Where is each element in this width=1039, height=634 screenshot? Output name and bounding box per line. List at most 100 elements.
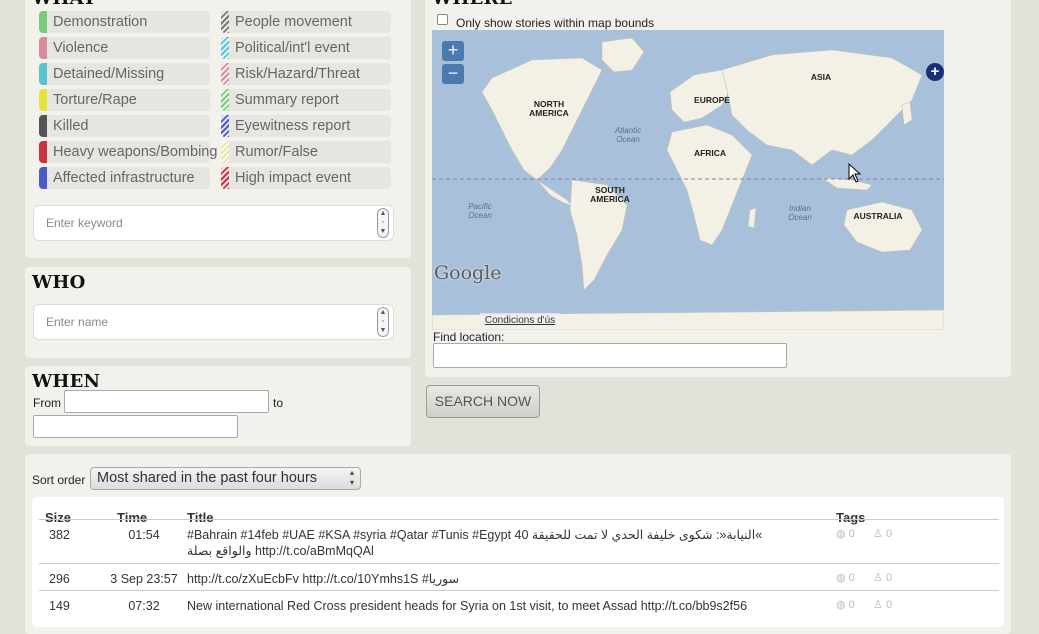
tag-label: High impact event <box>235 170 352 186</box>
map-expand-button[interactable]: + <box>926 63 944 81</box>
name-scroll-control[interactable]: ▲ ◦ ▼ <box>377 307 389 337</box>
tag-label: Affected infrastructure <box>53 170 195 186</box>
tag-person[interactable]: ♙ 0 <box>873 598 892 611</box>
sort-order-select[interactable]: Most shared in the past four hours ▴ ▾ <box>90 467 361 490</box>
filter-tag[interactable]: Violence <box>39 37 210 59</box>
table-row[interactable]: 296 3 Sep 23:57 http://t.co/zXuEcbFv http:… <box>39 563 999 590</box>
title-line: والواقع بصلة http://t.co/aBmMqQAl <box>187 544 374 558</box>
filter-tag[interactable]: Risk/Hazard/Threat <box>221 63 391 85</box>
zoom-in-button[interactable]: + <box>442 41 464 61</box>
globe-icon: ◍ <box>836 572 846 584</box>
filter-tag[interactable]: Summary report <box>221 89 391 111</box>
where-heading: WHERE <box>432 0 513 9</box>
to-label: to <box>273 396 284 410</box>
cell-size: 382 <box>49 528 70 542</box>
map-label-south-america: SOUTH AMERICA <box>590 185 630 204</box>
person-icon: ♙ <box>873 572 883 584</box>
tag-color-swatch <box>221 115 229 137</box>
tag-color-swatch <box>221 141 229 163</box>
filter-tag[interactable]: Rumor/False <box>221 141 391 163</box>
cell-time: 3 Sep 23:57 <box>110 572 178 586</box>
map-label-north-america: NORTH AMERICA <box>529 99 569 118</box>
tag-geo[interactable]: ◍ 0 <box>836 598 855 611</box>
google-logo: Google <box>434 262 502 284</box>
zoom-out-button[interactable]: − <box>442 64 464 84</box>
sort-order-label: Sort order <box>32 473 86 487</box>
tag-person[interactable]: ♙ 0 <box>873 527 892 540</box>
map-terms-link[interactable]: Condicions d'ús <box>480 313 560 329</box>
tag-label: Detained/Missing <box>53 66 165 82</box>
bounds-checkbox[interactable] <box>437 14 448 25</box>
filter-tag[interactable]: Demonstration <box>39 11 210 33</box>
table-row[interactable]: 382 01:54 #Bahrain #14feb #UAE #KSA #syria… <box>39 519 999 563</box>
title-line: New international Red Cross president he… <box>187 599 748 613</box>
person-count: 0 <box>885 528 893 540</box>
title-line: #Bahrain #14feb #UAE #KSA #syria #Qatar … <box>187 528 763 542</box>
tag-label: Torture/Rape <box>53 92 137 108</box>
search-now-button[interactable]: SEARCH NOW <box>426 385 540 418</box>
person-count: 0 <box>885 572 893 584</box>
cell-size: 149 <box>49 599 70 613</box>
tag-color-swatch <box>39 115 47 137</box>
find-location-input[interactable] <box>433 343 787 368</box>
who-heading: WHO <box>32 272 86 293</box>
tag-color-swatch <box>39 37 47 59</box>
keyword-scroll-control[interactable]: ▲ ◦ ▼ <box>377 208 389 238</box>
person-icon: ♙ <box>873 599 883 611</box>
tag-color-swatch <box>39 11 47 33</box>
tag-label: Eyewitness report <box>235 118 351 134</box>
tag-label: Risk/Hazard/Threat <box>235 66 360 82</box>
map-land <box>432 37 944 330</box>
tag-color-swatch <box>221 11 229 33</box>
tag-geo[interactable]: ◍ 0 <box>836 527 855 540</box>
cell-title[interactable]: New international Red Cross president he… <box>187 598 817 614</box>
tag-label: Summary report <box>235 92 339 108</box>
geo-count: 0 <box>848 528 855 540</box>
tag-label: Killed <box>53 118 89 134</box>
when-heading: WHEN <box>32 371 101 392</box>
geo-count: 0 <box>848 599 855 611</box>
cell-time: 07:32 <box>128 599 160 613</box>
world-map[interactable]: + − + NORTH AMERICA EUROPE ASIA AFRICA S… <box>432 30 944 330</box>
filter-tag[interactable]: Heavy weapons/Bombing <box>39 141 217 163</box>
filter-tag[interactable]: Killed <box>39 115 210 137</box>
filter-tag[interactable]: Torture/Rape <box>39 89 210 111</box>
tag-color-swatch <box>39 141 47 163</box>
filter-tag[interactable]: High impact event <box>221 167 391 189</box>
from-label: From <box>33 396 61 410</box>
select-arrows-icon: ▴ ▾ <box>349 468 354 487</box>
map-label-indian-ocean: Indian Ocean <box>788 204 812 222</box>
find-location-label: Find location: <box>433 330 505 344</box>
tag-geo[interactable]: ◍ 0 <box>836 571 855 584</box>
map-label-europe: EUROPE <box>694 95 730 105</box>
filter-tag[interactable]: Detained/Missing <box>39 63 210 85</box>
tag-color-swatch <box>221 37 229 59</box>
name-input[interactable]: Enter name ▲ ◦ ▼ <box>33 304 394 340</box>
table-row[interactable]: 149 07:32 New international Red Cross pres… <box>39 590 999 617</box>
tag-person[interactable]: ♙ 0 <box>873 571 892 584</box>
tag-label: Violence <box>53 40 109 56</box>
to-date-input[interactable] <box>33 415 238 438</box>
filter-tag[interactable]: Eyewitness report <box>221 115 391 137</box>
tag-color-swatch <box>221 89 229 111</box>
person-count: 0 <box>885 599 893 611</box>
cell-time: 01:54 <box>128 528 160 542</box>
tag-color-swatch <box>39 63 47 85</box>
tag-color-swatch <box>39 167 47 189</box>
tag-label: Rumor/False <box>235 144 318 160</box>
cell-size: 296 <box>49 572 70 586</box>
keyword-input[interactable]: Enter keyword ▲ ◦ ▼ <box>33 205 394 241</box>
map-label-africa: AFRICA <box>693 148 727 158</box>
person-icon: ♙ <box>873 528 883 540</box>
map-label-asia: ASIA <box>810 72 832 82</box>
filter-tag[interactable]: Affected infrastructure <box>39 167 210 189</box>
tag-label: People movement <box>235 14 352 30</box>
cell-title[interactable]: #Bahrain #14feb #UAE #KSA #syria #Qatar … <box>187 527 817 559</box>
filter-tag[interactable]: People movement <box>221 11 391 33</box>
what-heading: WHAT <box>32 0 96 9</box>
from-date-input[interactable] <box>64 390 269 413</box>
map-label-australia: AUSTRALIA <box>853 211 903 221</box>
filter-tag[interactable]: Political/int'l event <box>221 37 391 59</box>
bounds-checkbox-label: Only show stories within map bounds <box>456 16 655 30</box>
cell-title[interactable]: http://t.co/zXuEcbFv http://t.co/10Ymhs1… <box>187 571 817 587</box>
